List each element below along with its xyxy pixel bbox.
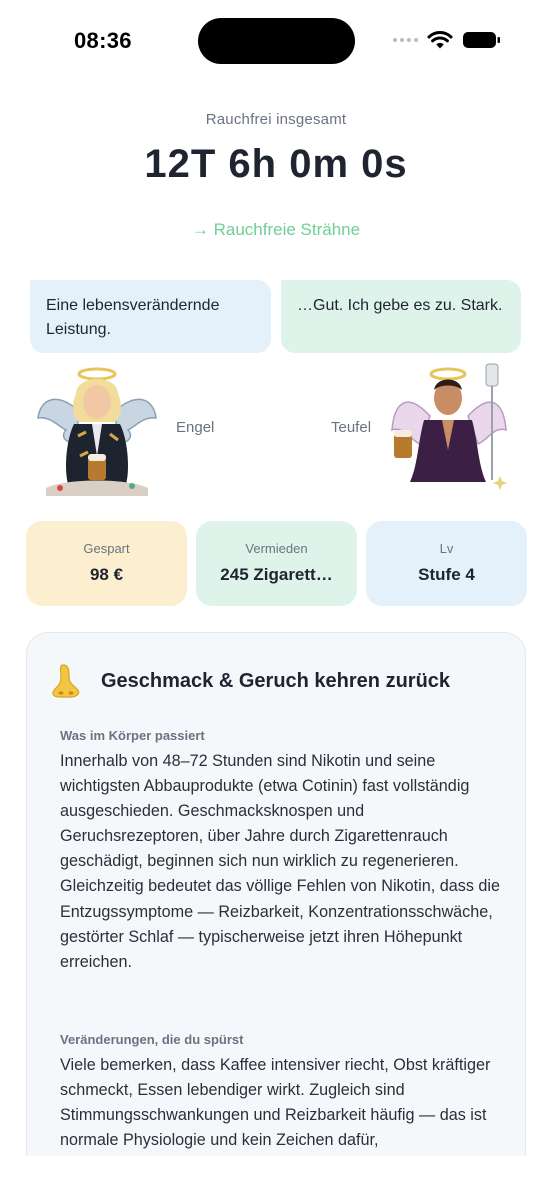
body-section-text: Innerhalb von 48–72 Stunden sind Nikotin… <box>60 752 501 971</box>
stat-cigarettes-avoided[interactable]: Vermieden 245 Zigarett… <box>196 521 357 606</box>
changes-section-text: Viele bemerken, dass Kaffee intensiver r… <box>60 1056 491 1150</box>
dynamic-island <box>198 18 355 64</box>
devil-avatar[interactable] <box>388 360 510 498</box>
status-bar: 08:36 <box>0 0 552 80</box>
devil-speech-bubble: …Gut. Ich gebe es zu. Stark. <box>281 280 521 353</box>
body-section-label: Was im Körper passiert <box>60 728 205 743</box>
milestone-title: Geschmack & Geruch kehren zurück <box>101 669 451 692</box>
stat-label: Lv <box>439 541 454 556</box>
status-time: 08:36 <box>74 28 132 53</box>
stat-label: Vermieden <box>245 541 308 556</box>
angel-avatar[interactable] <box>36 360 158 498</box>
nose-icon <box>52 664 80 698</box>
smokefree-streak-link[interactable]: → Rauchfreie Strähne <box>0 220 552 240</box>
angel-speech-bubble: Eine lebensverändernde Leistung. <box>30 280 271 353</box>
status-icons <box>393 30 502 50</box>
total-smokefree-label: Rauchfrei insgesamt <box>205 111 347 128</box>
milestone-card: Geschmack & Geruch kehren zurück Was im … <box>26 632 526 1192</box>
stat-money-saved[interactable]: Gespart 98 € <box>26 521 187 606</box>
stat-value: 98 € <box>89 565 124 584</box>
changes-section-label: Veränderungen, die du spürst <box>60 1032 244 1047</box>
stat-value: Stufe 4 <box>418 565 475 584</box>
stat-label: Gespart <box>83 541 130 556</box>
stat-value: 245 Zigarett… <box>220 565 333 584</box>
milestone-header: Geschmack & Geruch kehren zurück <box>51 663 450 699</box>
battery-icon <box>463 32 500 48</box>
stat-level[interactable]: Lv Stufe 4 <box>366 521 527 606</box>
total-smokefree-value: 12T 6h 0m 0s <box>144 142 408 186</box>
bottom-edge <box>0 1156 552 1200</box>
wifi-icon <box>427 31 453 49</box>
signal-dots-icon <box>393 38 418 42</box>
devil-name-label: Teufel <box>331 419 372 436</box>
angel-name-label: Engel <box>176 419 215 436</box>
